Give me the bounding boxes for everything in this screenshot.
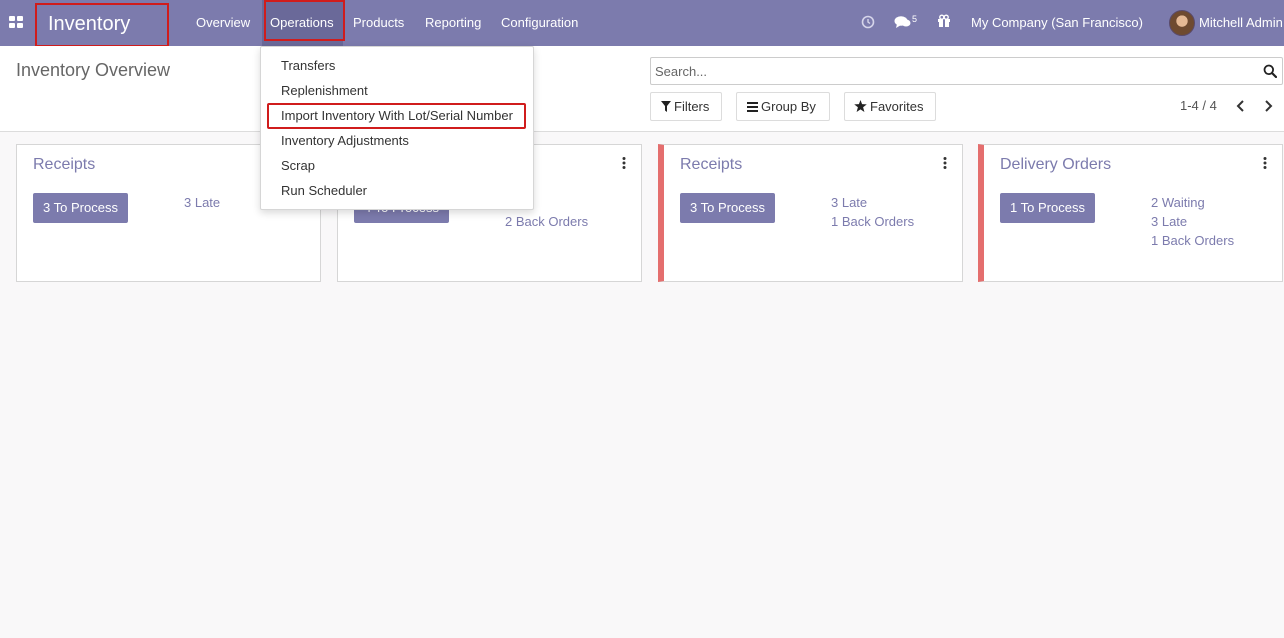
top-navbar: Inventory Overview Operations Products R… xyxy=(0,0,1284,47)
apps-menu-icon[interactable] xyxy=(9,16,23,28)
filters-button[interactable]: Filters xyxy=(650,92,722,121)
late-link[interactable]: 3 Late xyxy=(831,195,867,210)
search-input[interactable] xyxy=(655,60,1255,82)
group-by-button[interactable]: Group By xyxy=(736,92,830,121)
user-avatar[interactable] xyxy=(1169,10,1195,36)
search-bar xyxy=(650,57,1283,85)
late-link[interactable]: 3 Late xyxy=(1151,214,1187,229)
card-title[interactable]: Receipts xyxy=(33,156,95,174)
pager-value[interactable]: 1-4 / 4 xyxy=(1180,98,1217,113)
menu-configuration[interactable]: Configuration xyxy=(501,0,578,46)
activity-clock-icon[interactable] xyxy=(861,15,875,29)
back-orders-link[interactable]: 2 Back Orders xyxy=(505,214,588,229)
filter-icon xyxy=(661,101,671,112)
group-by-icon xyxy=(747,102,758,112)
to-process-button[interactable]: 3 To Process xyxy=(33,193,128,223)
menu-item-scrap[interactable]: Scrap xyxy=(281,156,315,176)
favorites-label: Favorites xyxy=(870,99,924,114)
menu-item-inventory-adjustments[interactable]: Inventory Adjustments xyxy=(281,131,409,151)
menu-item-run-scheduler[interactable]: Run Scheduler xyxy=(281,181,367,201)
user-menu[interactable]: Mitchell Admin xyxy=(1199,0,1283,45)
menu-operations[interactable]: Operations xyxy=(262,0,343,46)
message-count-badge: 5 xyxy=(912,14,918,24)
operations-dropdown: Transfers Replenishment Import Inventory… xyxy=(260,46,534,210)
app-brand[interactable]: Inventory xyxy=(35,3,169,47)
card-options-icon[interactable] xyxy=(1263,157,1267,169)
menu-reporting[interactable]: Reporting xyxy=(425,0,481,46)
late-link[interactable]: 3 Late xyxy=(184,195,220,210)
messages-icon[interactable] xyxy=(894,15,911,29)
back-orders-link[interactable]: 1 Back Orders xyxy=(1151,233,1234,248)
pager-next-icon[interactable] xyxy=(1264,100,1273,112)
gift-icon[interactable] xyxy=(937,14,951,28)
pager-previous-icon[interactable] xyxy=(1236,100,1245,112)
back-orders-link[interactable]: 1 Back Orders xyxy=(831,214,914,229)
menu-item-replenishment[interactable]: Replenishment xyxy=(281,81,368,101)
card-title[interactable]: Delivery Orders xyxy=(1000,156,1111,174)
page-title: Inventory Overview xyxy=(16,60,171,80)
card-options-icon[interactable] xyxy=(622,157,626,169)
menu-overview[interactable]: Overview xyxy=(196,0,250,46)
group-by-label: Group By xyxy=(761,99,816,114)
control-panel: Inventory Overview Filters Group By Favo… xyxy=(0,46,1284,132)
menu-item-import-inventory-lot-serial[interactable]: Import Inventory With Lot/Serial Number xyxy=(281,106,513,126)
menu-products[interactable]: Products xyxy=(353,0,404,46)
card-options-icon[interactable] xyxy=(943,157,947,169)
menu-item-transfers[interactable]: Transfers xyxy=(281,56,335,76)
favorites-button[interactable]: Favorites xyxy=(844,92,936,121)
filters-label: Filters xyxy=(674,99,710,114)
kanban-card-delivery-orders: Delivery Orders 1 To Process 2 Waiting 3… xyxy=(978,144,1283,282)
company-switcher[interactable]: My Company (San Francisco) xyxy=(971,0,1143,45)
to-process-button[interactable]: 1 To Process xyxy=(1000,193,1095,223)
search-icon[interactable] xyxy=(1263,64,1277,78)
waiting-link[interactable]: 2 Waiting xyxy=(1151,195,1205,210)
card-title[interactable]: Receipts xyxy=(680,156,742,174)
to-process-button[interactable]: 3 To Process xyxy=(680,193,775,223)
star-icon xyxy=(854,100,867,112)
kanban-card-receipts-2: Receipts 3 To Process 3 Late 1 Back Orde… xyxy=(658,144,963,282)
